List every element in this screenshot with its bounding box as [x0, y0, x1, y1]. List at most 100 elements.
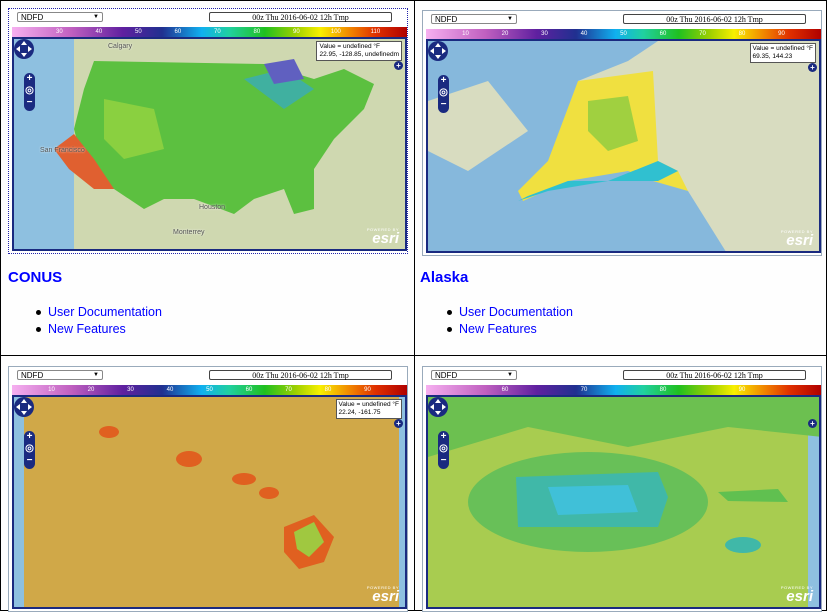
chevron-down-icon: ▼ — [93, 372, 99, 378]
pan-control-icon[interactable] — [428, 41, 448, 61]
model-select[interactable]: NDFD ▼ — [17, 370, 103, 380]
colorbar-tick: 70 — [214, 29, 221, 35]
conus-links: User Documentation New Features — [36, 304, 162, 338]
zoom-in-icon[interactable]: + — [24, 431, 35, 443]
conus-heading[interactable]: CONUS — [8, 269, 62, 286]
zoom-control[interactable]: + ◎ − — [438, 431, 449, 469]
expand-plus-icon[interactable]: + — [808, 419, 817, 428]
colorbar-tick: 10 — [48, 387, 55, 393]
colorbar-tick: 80 — [324, 387, 332, 393]
list-item: New Features — [36, 321, 162, 338]
colorbar-tick: 70 — [285, 387, 292, 393]
zoom-slider-icon[interactable]: ◎ — [438, 87, 449, 99]
colorbar-tick: 50 — [135, 29, 142, 35]
colorbar-tick: 40 — [580, 31, 588, 37]
zoom-in-icon[interactable]: + — [438, 75, 449, 87]
map-view[interactable]: + ◎ − Value = undefined °F 22.24, -161.75 +… — [12, 395, 407, 609]
alaska-link[interactable]: Alaska — [420, 269, 468, 286]
product-title: 00z Thu 2016-06-02 12h Tmp — [623, 14, 806, 24]
user-documentation-link[interactable]: User Documentation — [459, 305, 573, 319]
colorbar-tick: 30 — [127, 387, 134, 393]
zoom-out-icon[interactable]: − — [24, 97, 35, 109]
zoom-slider-icon[interactable]: ◎ — [24, 443, 35, 455]
colorbar-tick: 90 — [364, 387, 371, 393]
model-select-value: NDFD — [21, 13, 44, 22]
model-select[interactable]: NDFD ▼ — [431, 370, 517, 380]
map-place-label: Monterrey — [173, 229, 205, 236]
colorbar-tick: 100 — [330, 29, 341, 35]
map-layer — [428, 397, 819, 607]
colorbar-tick: 20 — [87, 387, 95, 393]
value-readout: Value = undefined °F 22.95, -128.85, unde… — [316, 41, 402, 61]
colorbar-tick: 10 — [462, 31, 469, 37]
colorbar-tick: 40 — [166, 387, 174, 393]
colorbar-tick: 40 — [95, 29, 103, 35]
colorbar-tick: 60 — [659, 31, 667, 37]
new-features-link[interactable]: New Features — [48, 322, 126, 336]
list-item: User Documentation — [36, 304, 162, 321]
colorbar-tick: 80 — [659, 387, 667, 393]
zoom-slider-icon[interactable]: ◎ — [438, 443, 449, 455]
colorbar-tick: 50 — [620, 31, 627, 37]
map-view[interactable]: Calgary Monterrey San Francisco Houston + ◎ −… — [12, 37, 407, 251]
zoom-in-icon[interactable]: + — [438, 431, 449, 443]
expand-plus-icon[interactable]: + — [808, 63, 817, 72]
colorbar-tick: 110 — [370, 29, 381, 35]
pan-control-icon[interactable] — [428, 397, 448, 417]
map-place-label: Calgary — [108, 43, 133, 50]
colorbar-tick: 30 — [541, 31, 548, 37]
esri-logo-text: esri — [786, 588, 813, 605]
zoom-slider-icon[interactable]: ◎ — [24, 85, 35, 97]
list-item: New Features — [447, 321, 573, 338]
zoom-control[interactable]: + ◎ − — [24, 73, 35, 111]
map-view[interactable]: + ◎ − + POWERED BY esri — [426, 395, 821, 609]
model-select[interactable]: NDFD ▼ — [431, 14, 517, 24]
colorbar-tick: 80 — [738, 31, 746, 37]
readout-coords: 22.24, -161.75 — [338, 409, 381, 416]
esri-logo: POWERED BY esri — [781, 229, 813, 249]
zoom-in-icon[interactable]: + — [24, 73, 35, 85]
esri-logo: POWERED BY esri — [367, 227, 399, 247]
zoom-out-icon[interactable]: − — [24, 455, 35, 467]
zoom-control[interactable]: + ◎ − — [438, 75, 449, 113]
pan-control-icon[interactable] — [14, 397, 34, 417]
colorbar: 30 40 50 60 70 80 90 100 110 — [12, 27, 407, 37]
colorbar-tick: 60 — [174, 29, 182, 35]
colorbar-tick: 90 — [293, 29, 300, 35]
colorbar: 60 70 80 90 — [426, 385, 821, 395]
conus-link[interactable]: CONUS — [8, 269, 62, 286]
zoom-out-icon[interactable]: − — [438, 99, 449, 111]
value-readout: Value = undefined °F 69.35, 144.23 — [749, 43, 816, 63]
readout-value: Value = undefined °F — [752, 45, 813, 52]
pan-control-icon[interactable] — [14, 39, 34, 59]
zoom-out-icon[interactable]: − — [438, 455, 449, 467]
model-select[interactable]: NDFD ▼ — [17, 12, 103, 22]
map-view[interactable]: + ◎ − Value = undefined °F 69.35, 144.23 + … — [426, 39, 821, 253]
map-layer — [14, 397, 405, 607]
model-select-value: NDFD — [21, 371, 44, 380]
map-panel-conus: NDFD ▼ 00z Thu 2016-06-02 12h Tmp 30 40 50 6… — [8, 8, 408, 254]
colorbar-tick: 30 — [56, 29, 63, 35]
map-panel-hawaii: NDFD ▼ 00z Thu 2016-06-02 12h Tmp 10 20 30 4… — [8, 366, 408, 612]
esri-logo-text: esri — [372, 230, 399, 247]
readout-value: Value = undefined °F — [319, 43, 380, 50]
colorbar: 10 20 30 40 50 60 70 80 90 — [426, 29, 821, 39]
list-item: User Documentation — [447, 304, 573, 321]
zoom-control[interactable]: + ◎ − — [24, 431, 35, 469]
colorbar-tick: 90 — [778, 31, 785, 37]
expand-plus-icon[interactable]: + — [394, 419, 403, 428]
colorbar-tick: 50 — [206, 387, 213, 393]
value-readout: Value = undefined °F 22.24, -161.75 — [335, 399, 402, 419]
new-features-link[interactable]: New Features — [459, 322, 537, 336]
colorbar-tick: 80 — [253, 29, 261, 35]
model-select-value: NDFD — [435, 15, 458, 24]
esri-logo-text: esri — [786, 232, 813, 249]
alaska-heading[interactable]: Alaska — [420, 269, 468, 286]
esri-logo: POWERED BY esri — [367, 585, 399, 604]
product-title: 00z Thu 2016-06-02 12h Tmp — [623, 370, 806, 380]
chevron-down-icon: ▼ — [93, 14, 99, 20]
map-panel-puerto-rico: NDFD ▼ 00z Thu 2016-06-02 12h Tmp 60 70 80 9… — [422, 366, 822, 612]
user-documentation-link[interactable]: User Documentation — [48, 305, 162, 319]
expand-plus-icon[interactable]: + — [394, 61, 403, 70]
readout-coords: 69.35, 144.23 — [752, 53, 793, 60]
